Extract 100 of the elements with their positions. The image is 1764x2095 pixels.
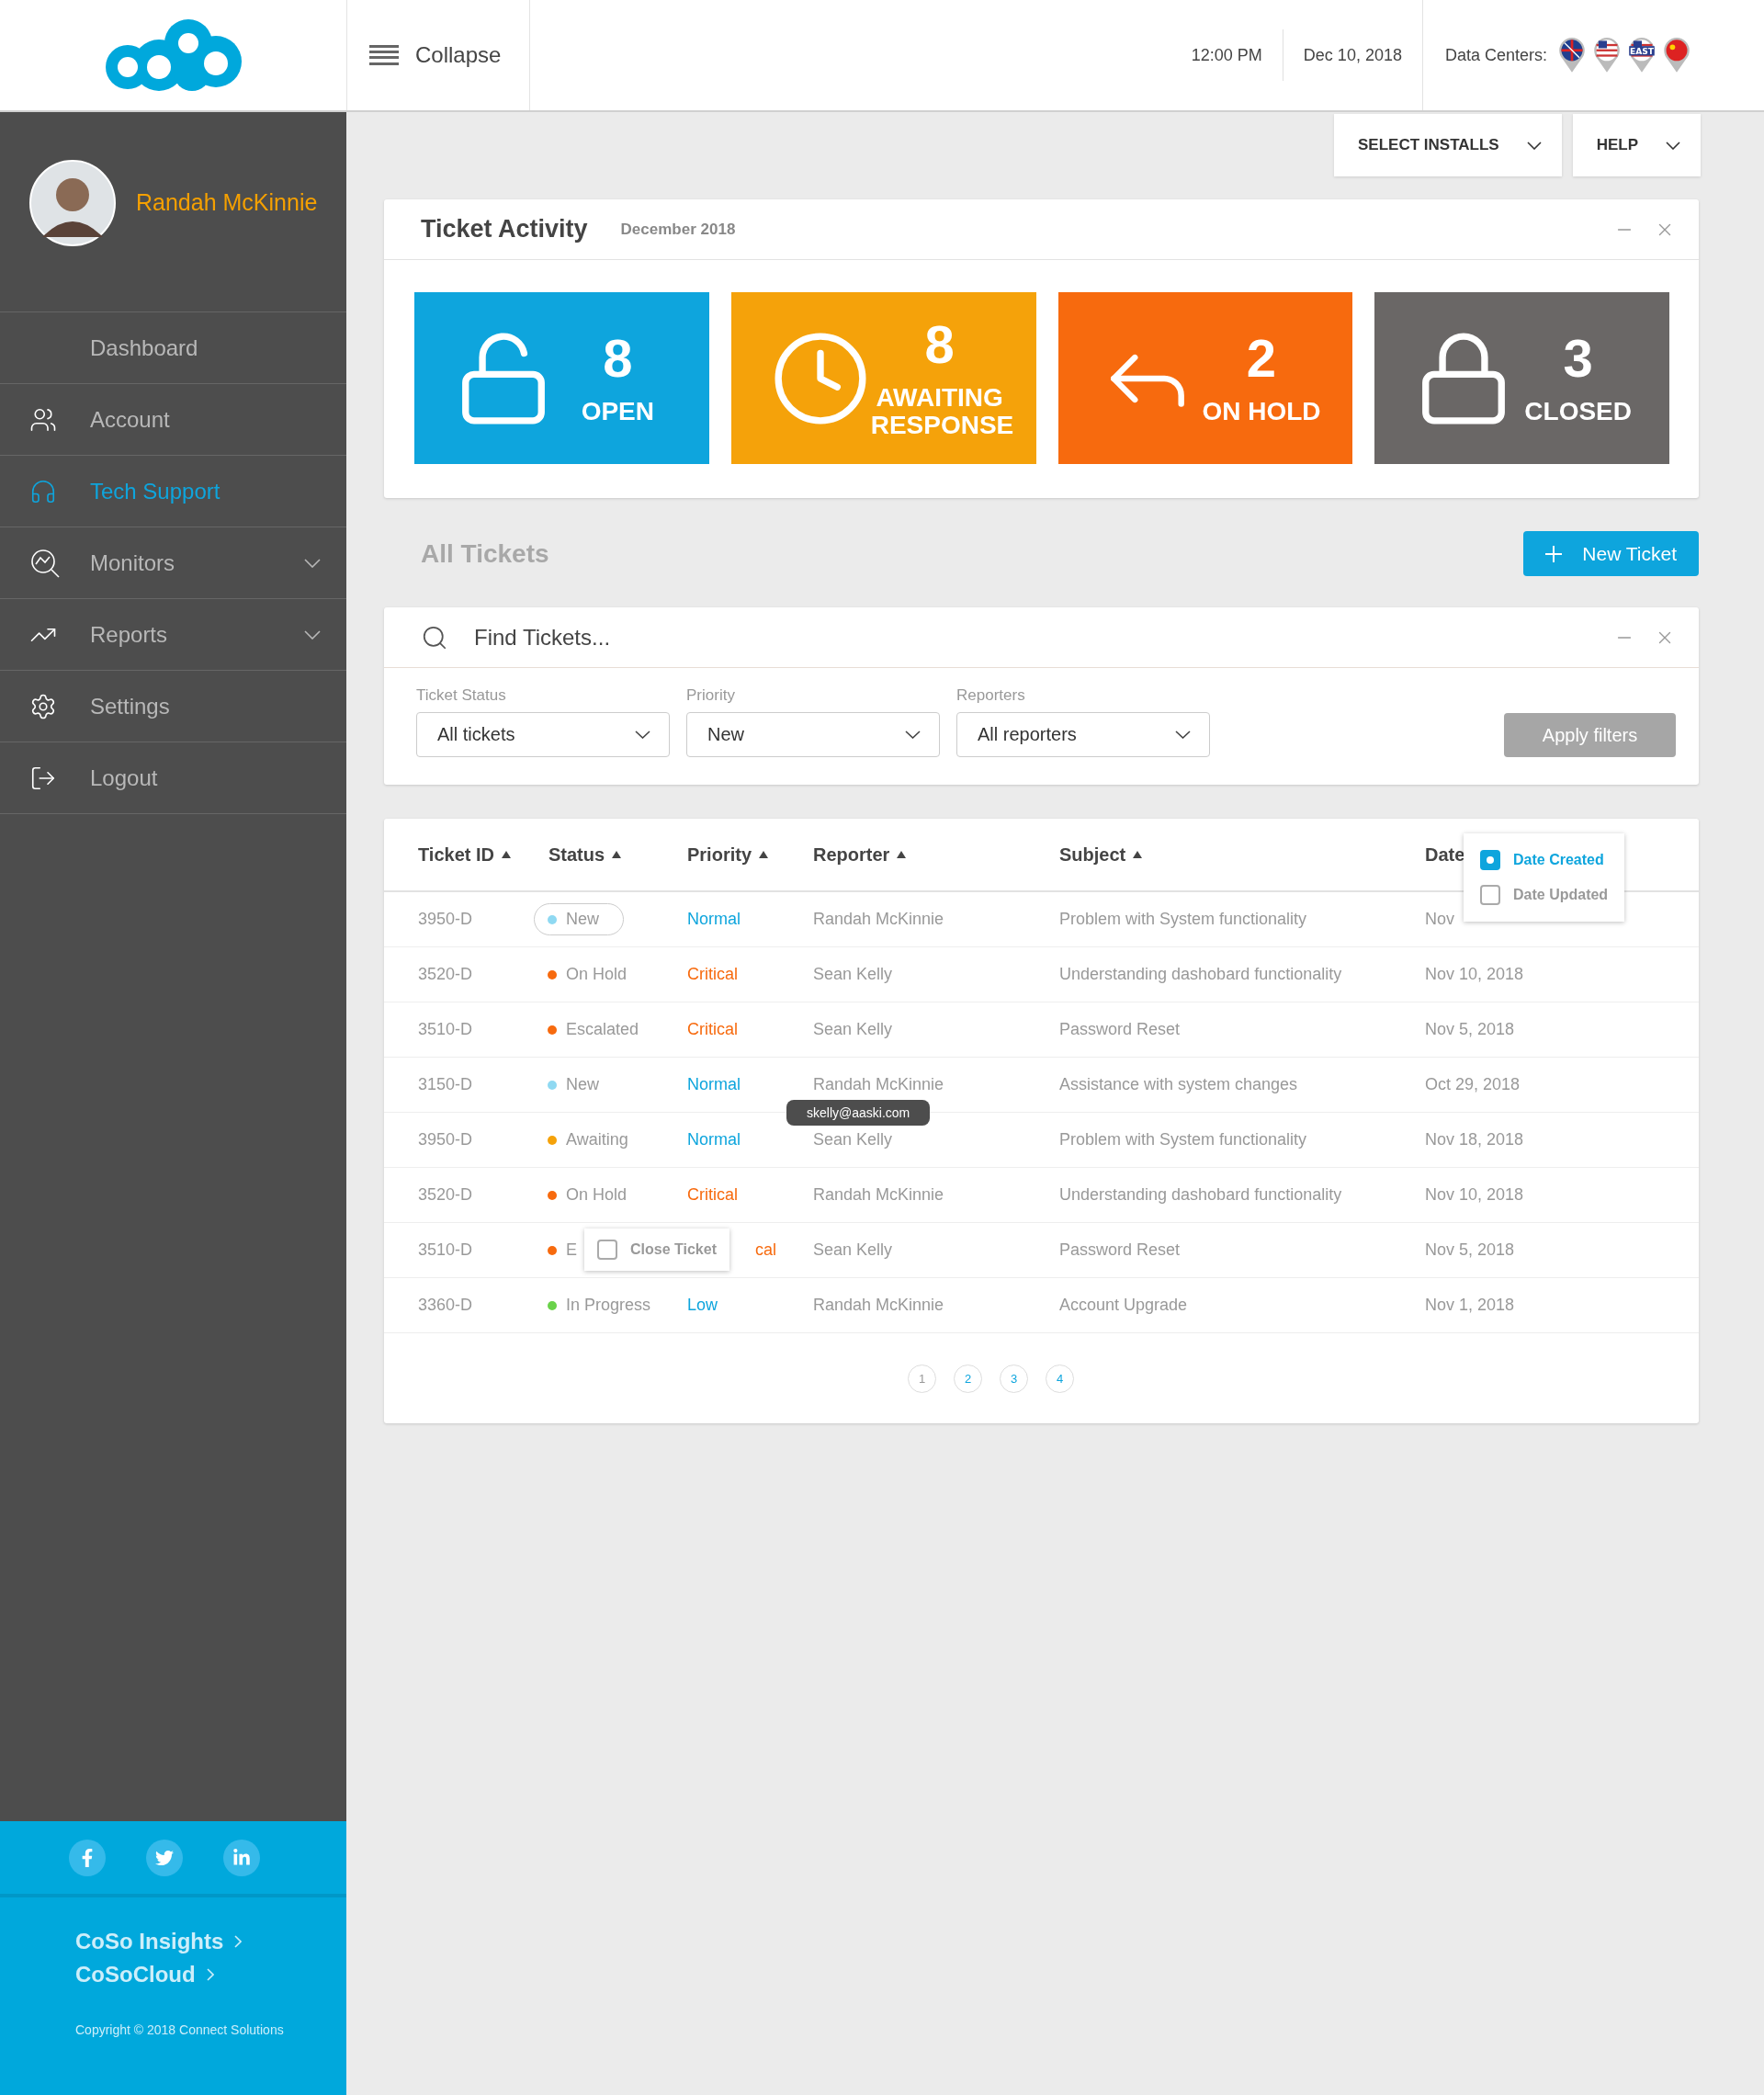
new-ticket-button[interactable]: New Ticket <box>1523 531 1699 576</box>
sort-icon[interactable] <box>759 851 769 858</box>
status-cell: Escalated <box>534 1014 664 1046</box>
linkedin-icon[interactable] <box>222 1839 260 1876</box>
chevron-icon <box>1175 730 1191 739</box>
table-cell-text: Nov 10, 2018 <box>1425 1185 1525 1205</box>
status-tile[interactable]: 2 ON HOLD <box>1057 292 1353 464</box>
table-cell-text: 3950-D <box>418 1130 474 1149</box>
sidebar-item[interactable]: Monitors <box>0 527 346 599</box>
priority-cell: Normal <box>687 1130 741 1149</box>
status-tile[interactable]: 8 OPEN <box>414 292 709 464</box>
filter-label: Reporters <box>956 686 1026 705</box>
dropdown-button[interactable]: SELECT INSTALLS <box>1334 114 1562 176</box>
email-tooltip: skelly@aaski.com <box>786 1100 931 1126</box>
table-cell-text: Assistance with system changes <box>1059 1075 1299 1094</box>
status-cell: In Progress <box>534 1289 676 1321</box>
flag-pin-icon[interactable] <box>1593 37 1621 74</box>
table-cell-text: Randah McKinnie <box>813 1296 945 1315</box>
facebook-icon[interactable] <box>68 1839 106 1876</box>
status-tile[interactable]: 3 CLOSED <box>1374 292 1669 464</box>
checkbox[interactable] <box>597 1240 617 1260</box>
data-centers-label: Data Centers: <box>1444 45 1547 65</box>
checkbox[interactable] <box>1480 885 1500 905</box>
tile-label: CLOSED <box>1524 397 1632 425</box>
table-cell-text: Randah McKinnie <box>813 910 945 929</box>
sidebar-item[interactable]: Dashboard <box>0 312 346 384</box>
card-title: Ticket Activity <box>421 215 588 243</box>
chart-search-icon <box>29 547 61 579</box>
column-header[interactable]: Reporter <box>813 844 890 866</box>
table-cell-text: Nov 5, 2018 <box>1425 1240 1516 1260</box>
table-cell-text: Nov 18, 2018 <box>1425 1130 1525 1149</box>
sidebar-item[interactable]: Reports <box>0 599 346 671</box>
priority-cell: Low <box>687 1296 718 1315</box>
table-cell-text: Problem with System functionality <box>1059 910 1308 929</box>
column-header[interactable]: Subject <box>1059 844 1126 866</box>
table-cell-text: Understanding dashobard functionality <box>1059 1185 1343 1205</box>
menu-icon <box>369 45 399 65</box>
table-cell-text: 3520-D <box>418 1185 474 1205</box>
chevron-icon <box>905 730 921 739</box>
chevron-icon <box>206 1968 214 1981</box>
column-header[interactable]: Priority <box>687 844 752 866</box>
collapse-button[interactable]: Collapse <box>346 0 530 110</box>
chevron-icon <box>1666 141 1680 150</box>
flag-pin-icon[interactable] <box>1663 37 1690 74</box>
page-button[interactable]: 3 <box>1000 1364 1028 1393</box>
table-cell-text: 3520-D <box>418 965 474 984</box>
sidebar-item[interactable]: Logout <box>0 742 346 814</box>
checkbox[interactable] <box>1480 850 1500 870</box>
tile-label: ON HOLD <box>1202 397 1321 425</box>
logo-icon <box>103 17 243 93</box>
table-cell-text: 3510-D <box>418 1240 474 1260</box>
status-cell: Awaiting <box>534 1124 653 1156</box>
filter-label: Priority <box>686 686 736 705</box>
chevron-icon <box>1526 141 1542 150</box>
table-cell-text: Sean Kelly <box>813 1130 894 1149</box>
flag-pin-icon[interactable] <box>1558 37 1586 74</box>
tile-count: 8 <box>603 331 633 385</box>
priority-cell: Critical <box>687 965 738 984</box>
twitter-icon[interactable] <box>145 1839 183 1876</box>
dropdown-button[interactable]: HELP <box>1572 114 1701 176</box>
sidebar-item[interactable]: Tech Support <box>0 456 346 527</box>
table-cell-text: Oct 29, 2018 <box>1425 1075 1521 1094</box>
apply-filters-button[interactable]: Apply filters <box>1504 713 1676 757</box>
filter-select[interactable]: New <box>686 712 940 757</box>
page-button[interactable]: 2 <box>954 1364 982 1393</box>
table-cell-text: Account Upgrade <box>1059 1296 1189 1315</box>
plus-icon <box>1545 545 1563 562</box>
period-label: December 2018 <box>620 220 737 239</box>
tile-count: 3 <box>1563 331 1593 385</box>
settings-icon <box>29 692 57 720</box>
column-header[interactable]: Ticket ID <box>418 844 494 866</box>
sort-icon[interactable] <box>1133 851 1143 858</box>
checkbox-label: Close Ticket <box>630 1241 717 1258</box>
table-cell-text: Nov 10, 2018 <box>1425 965 1525 984</box>
status-cell: On Hold <box>534 1179 652 1211</box>
filter-select[interactable]: All tickets <box>416 712 670 757</box>
header-time: 12:00 PM <box>1190 45 1263 65</box>
column-header[interactable]: Date <box>1425 844 1465 866</box>
table-cell-text: 3360-D <box>418 1296 474 1315</box>
sort-icon[interactable] <box>502 851 511 858</box>
page-button[interactable]: 4 <box>1046 1364 1074 1393</box>
column-header[interactable]: Status <box>548 844 605 866</box>
sidebar-item[interactable]: Settings <box>0 671 346 742</box>
table-cell-text: Understanding dashobard functionality <box>1059 965 1343 984</box>
sort-icon[interactable] <box>897 851 907 858</box>
flag-pin-icon[interactable]: EAST <box>1628 37 1656 74</box>
footer-link[interactable]: CoSo Insights <box>75 1929 346 1954</box>
priority-cell: cal <box>755 1240 776 1260</box>
checkbox-label: Date Updated <box>1513 887 1609 903</box>
page-button[interactable]: 1 <box>908 1364 936 1393</box>
filter-select[interactable]: All reporters <box>956 712 1210 757</box>
footer-link[interactable]: CoSoCloud <box>75 1962 346 1987</box>
sidebar-item[interactable]: Account <box>0 384 346 456</box>
status-cell: New <box>534 1069 624 1101</box>
sort-icon[interactable] <box>612 851 622 858</box>
priority-cell: Critical <box>687 1185 738 1205</box>
tile-label: OPEN <box>581 397 654 425</box>
status-cell: On Hold <box>534 958 652 991</box>
table-cell-text: 3950-D <box>418 910 474 929</box>
table-cell-text: Randah McKinnie <box>813 1075 945 1094</box>
